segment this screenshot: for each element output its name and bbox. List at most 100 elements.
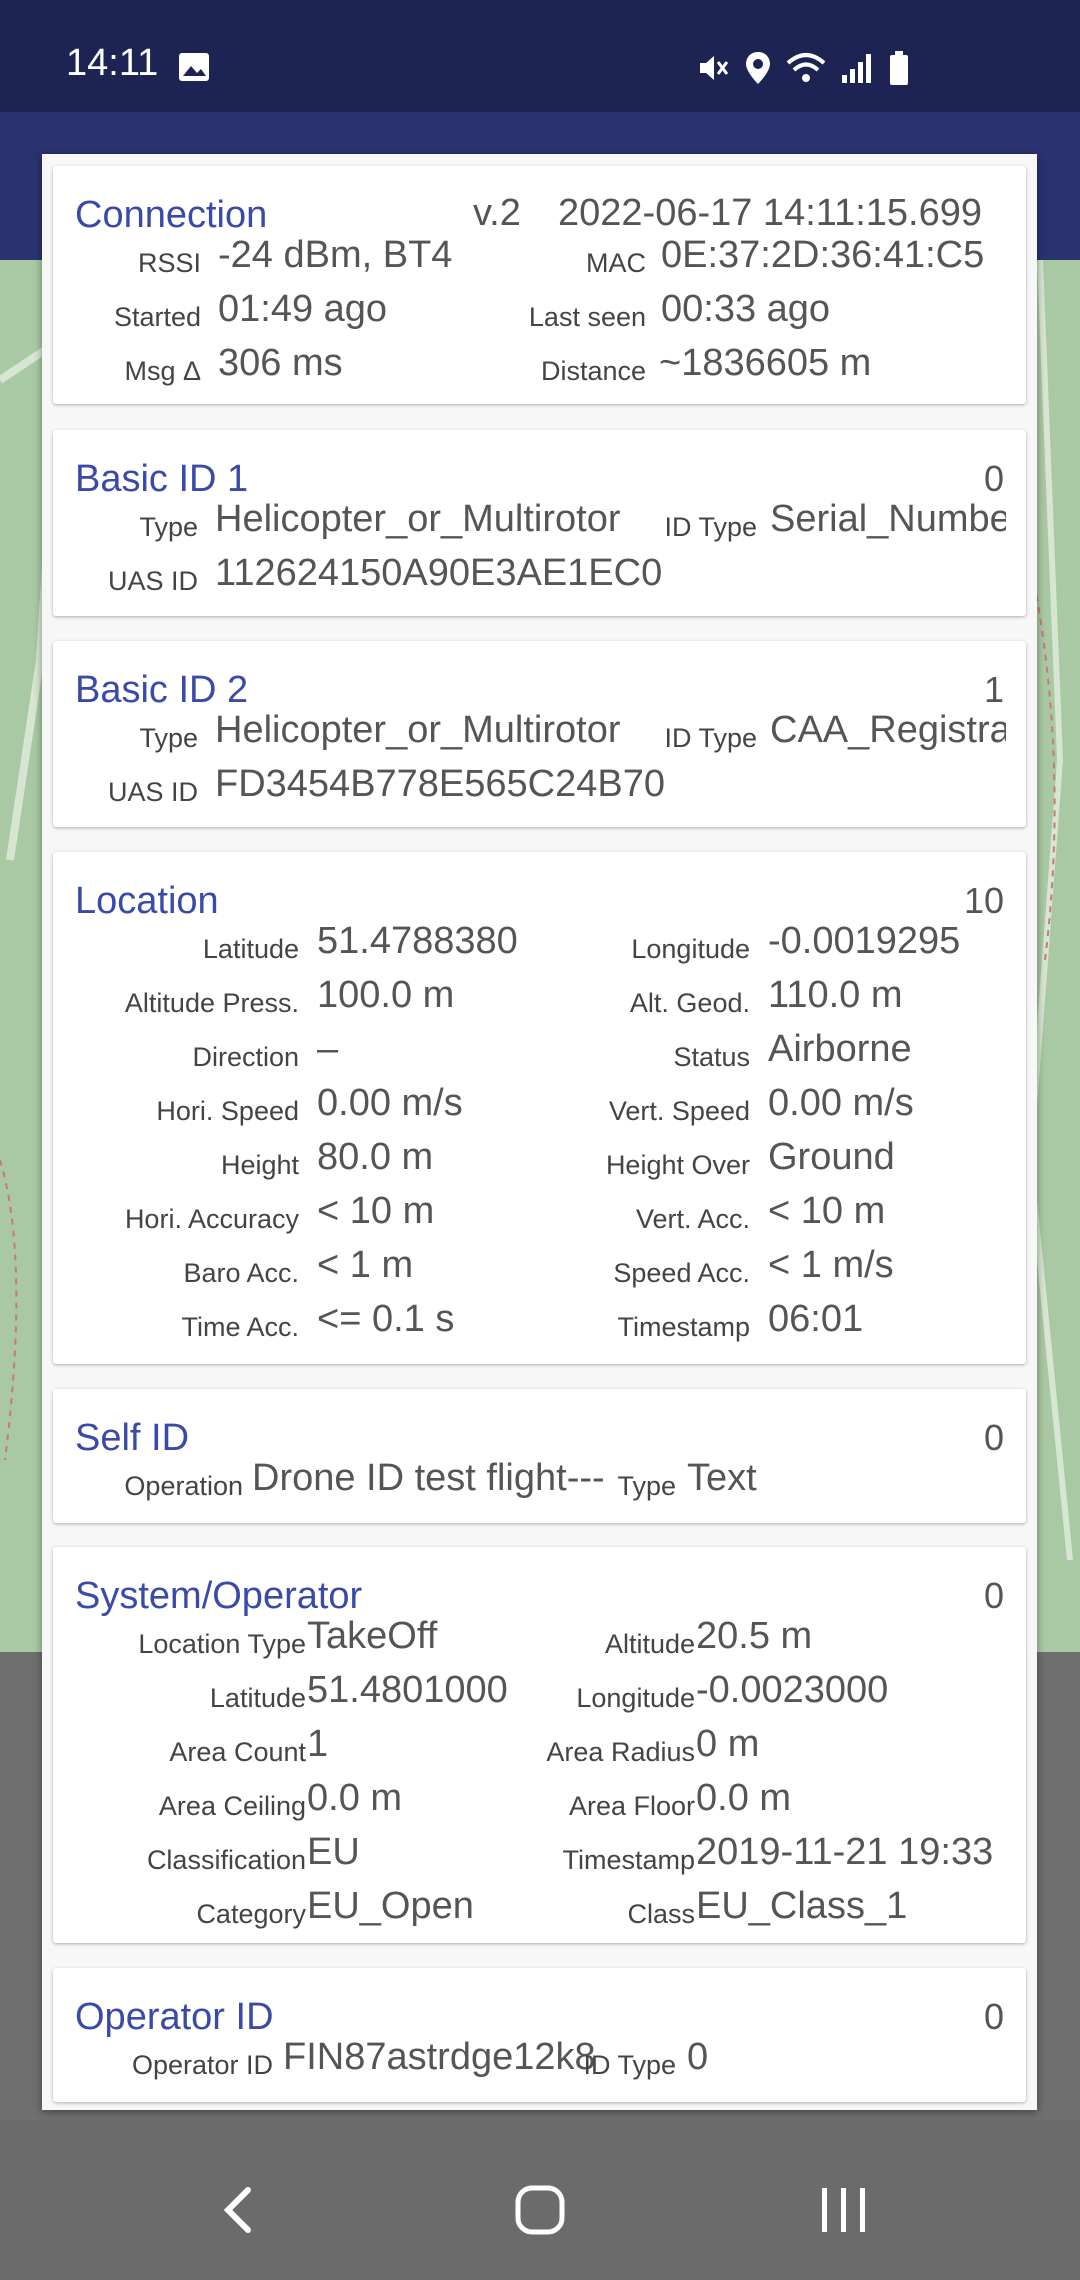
- speed-acc-label: Speed Acc.: [613, 1258, 750, 1288]
- image-notification-icon: [179, 53, 209, 81]
- class-label: Class: [627, 1899, 695, 1929]
- time-acc-label: Time Acc.: [181, 1312, 299, 1342]
- type-label: Type: [139, 512, 198, 542]
- uas-id-value: FD3454B778E565C24B70: [215, 763, 666, 805]
- time-acc-value: <= 0.1 s: [317, 1298, 455, 1340]
- uas-id-value: 112624150A90E3AE1EC0: [215, 552, 663, 594]
- id-type-label: ID Type: [664, 723, 757, 753]
- self-id-type-label: Type: [617, 1471, 676, 1501]
- operator-id-value: FIN87astrdge12k8: [283, 2036, 596, 2078]
- area-count-value: 1: [307, 1723, 329, 1765]
- vert-acc-label: Vert. Acc.: [635, 1204, 750, 1234]
- category-label: Category: [196, 1899, 306, 1929]
- battery-icon: [890, 51, 908, 85]
- timestamp-value: 06:01: [768, 1298, 864, 1340]
- vert-speed-label: Vert. Speed: [608, 1096, 750, 1126]
- location-count: 10: [963, 880, 1004, 921]
- area-radius-value: 0 m: [696, 1723, 760, 1765]
- msg-delta-label: Msg Δ: [124, 356, 201, 386]
- timestamp-label: Timestamp: [562, 1845, 695, 1875]
- home-icon[interactable]: [510, 2180, 570, 2240]
- location-icon: [746, 52, 770, 84]
- operation-label: Operation: [124, 1471, 243, 1501]
- id-type-value: Serial_Numbe: [770, 498, 1006, 540]
- last-seen-label: Last seen: [528, 302, 646, 332]
- signal-icon: [842, 54, 871, 83]
- recents-icon[interactable]: [814, 2180, 874, 2240]
- operator-id-card: Operator ID 0 Operator ID FIN87astrdge12…: [53, 1968, 1026, 2102]
- area-ceiling-label: Area Ceiling: [158, 1791, 306, 1821]
- type-label: Type: [139, 723, 198, 753]
- direction-label: Direction: [192, 1042, 299, 1072]
- basic-id-2-card: Basic ID 2 1 Type Helicopter_or_Multirot…: [53, 641, 1026, 827]
- hori-accuracy-label: Hori. Accuracy: [124, 1204, 299, 1234]
- id-type-label: ID Type: [583, 2050, 676, 2080]
- basic-id-1-title: Basic ID 1: [75, 458, 249, 500]
- operation-value: Drone ID test flight---: [252, 1457, 605, 1499]
- self-id-title: Self ID: [75, 1417, 190, 1459]
- connection-card: Connection v.2 2022-06-17 14:11:15.699 R…: [53, 166, 1026, 404]
- started-label: Started: [113, 302, 201, 332]
- id-type-value: CAA_Registra: [770, 709, 1006, 751]
- type-value: Helicopter_or_Multirotor: [215, 709, 621, 751]
- timestamp-label: Timestamp: [617, 1312, 750, 1342]
- hori-accuracy-value: < 10 m: [317, 1190, 435, 1232]
- height-value: 80.0 m: [317, 1136, 434, 1178]
- longitude-value: -0.0023000: [696, 1669, 889, 1711]
- altitude-press-value: 100.0 m: [317, 974, 455, 1016]
- basic-id-2-title: Basic ID 2: [75, 669, 249, 711]
- mute-icon: [700, 56, 729, 80]
- wifi-icon: [786, 53, 826, 82]
- distance-value: ~1836605 m: [659, 342, 872, 384]
- latitude-value: 51.4801000: [307, 1669, 508, 1711]
- drone-details-dialog: Connection v.2 2022-06-17 14:11:15.699 R…: [42, 154, 1037, 2110]
- area-radius-label: Area Radius: [546, 1737, 695, 1767]
- distance-label: Distance: [540, 356, 646, 386]
- speed-acc-value: < 1 m/s: [768, 1244, 894, 1286]
- self-id-card: Self ID 0 Operation Drone ID test flight…: [53, 1389, 1026, 1523]
- started-value: 01:49 ago: [218, 288, 388, 330]
- self-id-type-value: Text: [687, 1457, 757, 1499]
- connection-title: Connection: [75, 194, 268, 236]
- status-label: Status: [673, 1042, 750, 1072]
- area-count-label: Area Count: [169, 1737, 306, 1767]
- area-floor-label: Area Floor: [568, 1791, 695, 1821]
- connection-timestamp: 2022-06-17 14:11:15.699: [558, 192, 982, 234]
- location-type-label: Location Type: [138, 1629, 306, 1659]
- operator-id-title: Operator ID: [75, 1996, 274, 2038]
- basic-id-1-count: 0: [983, 458, 1004, 499]
- mac-label: MAC: [586, 248, 646, 278]
- basic-id-1-card: Basic ID 1 0 Type Helicopter_or_Multirot…: [53, 430, 1026, 616]
- status-time: 14:11: [66, 42, 159, 84]
- area-ceiling-value: 0.0 m: [307, 1777, 403, 1819]
- self-id-count: 0: [983, 1417, 1004, 1458]
- id-type-value: 0: [687, 2036, 709, 2078]
- back-icon[interactable]: [210, 2180, 270, 2240]
- uas-id-label: UAS ID: [107, 566, 198, 596]
- uas-id-label: UAS ID: [107, 777, 198, 807]
- hori-speed-value: 0.00 m/s: [317, 1082, 463, 1124]
- classification-label: Classification: [146, 1845, 306, 1875]
- class-value: EU_Class_1: [696, 1885, 908, 1927]
- operator-id-count: 0: [983, 1996, 1004, 2037]
- height-over-value: Ground: [768, 1136, 895, 1178]
- latitude-label: Latitude: [209, 1683, 306, 1713]
- timestamp-value: 2019-11-21 19:33: [696, 1831, 994, 1873]
- direction-value: –: [317, 1028, 339, 1070]
- system-operator-count: 0: [983, 1575, 1004, 1616]
- alt-geod-label: Alt. Geod.: [629, 988, 750, 1018]
- longitude-label: Longitude: [631, 934, 750, 964]
- id-type-label: ID Type: [664, 512, 757, 542]
- alt-geod-value: 110.0 m: [768, 974, 903, 1016]
- baro-acc-label: Baro Acc.: [183, 1258, 299, 1288]
- vert-speed-value: 0.00 m/s: [768, 1082, 914, 1124]
- classification-value: EU: [307, 1831, 360, 1873]
- baro-acc-value: < 1 m: [317, 1244, 414, 1286]
- system-operator-title: System/Operator: [75, 1575, 363, 1617]
- altitude-label: Altitude: [604, 1629, 695, 1659]
- altitude-press-label: Altitude Press.: [124, 988, 299, 1018]
- status-bar: 14:11: [0, 0, 1080, 112]
- height-label: Height: [220, 1150, 299, 1180]
- vert-acc-value: < 10 m: [768, 1190, 886, 1232]
- latitude-value: 51.4788380: [317, 920, 518, 962]
